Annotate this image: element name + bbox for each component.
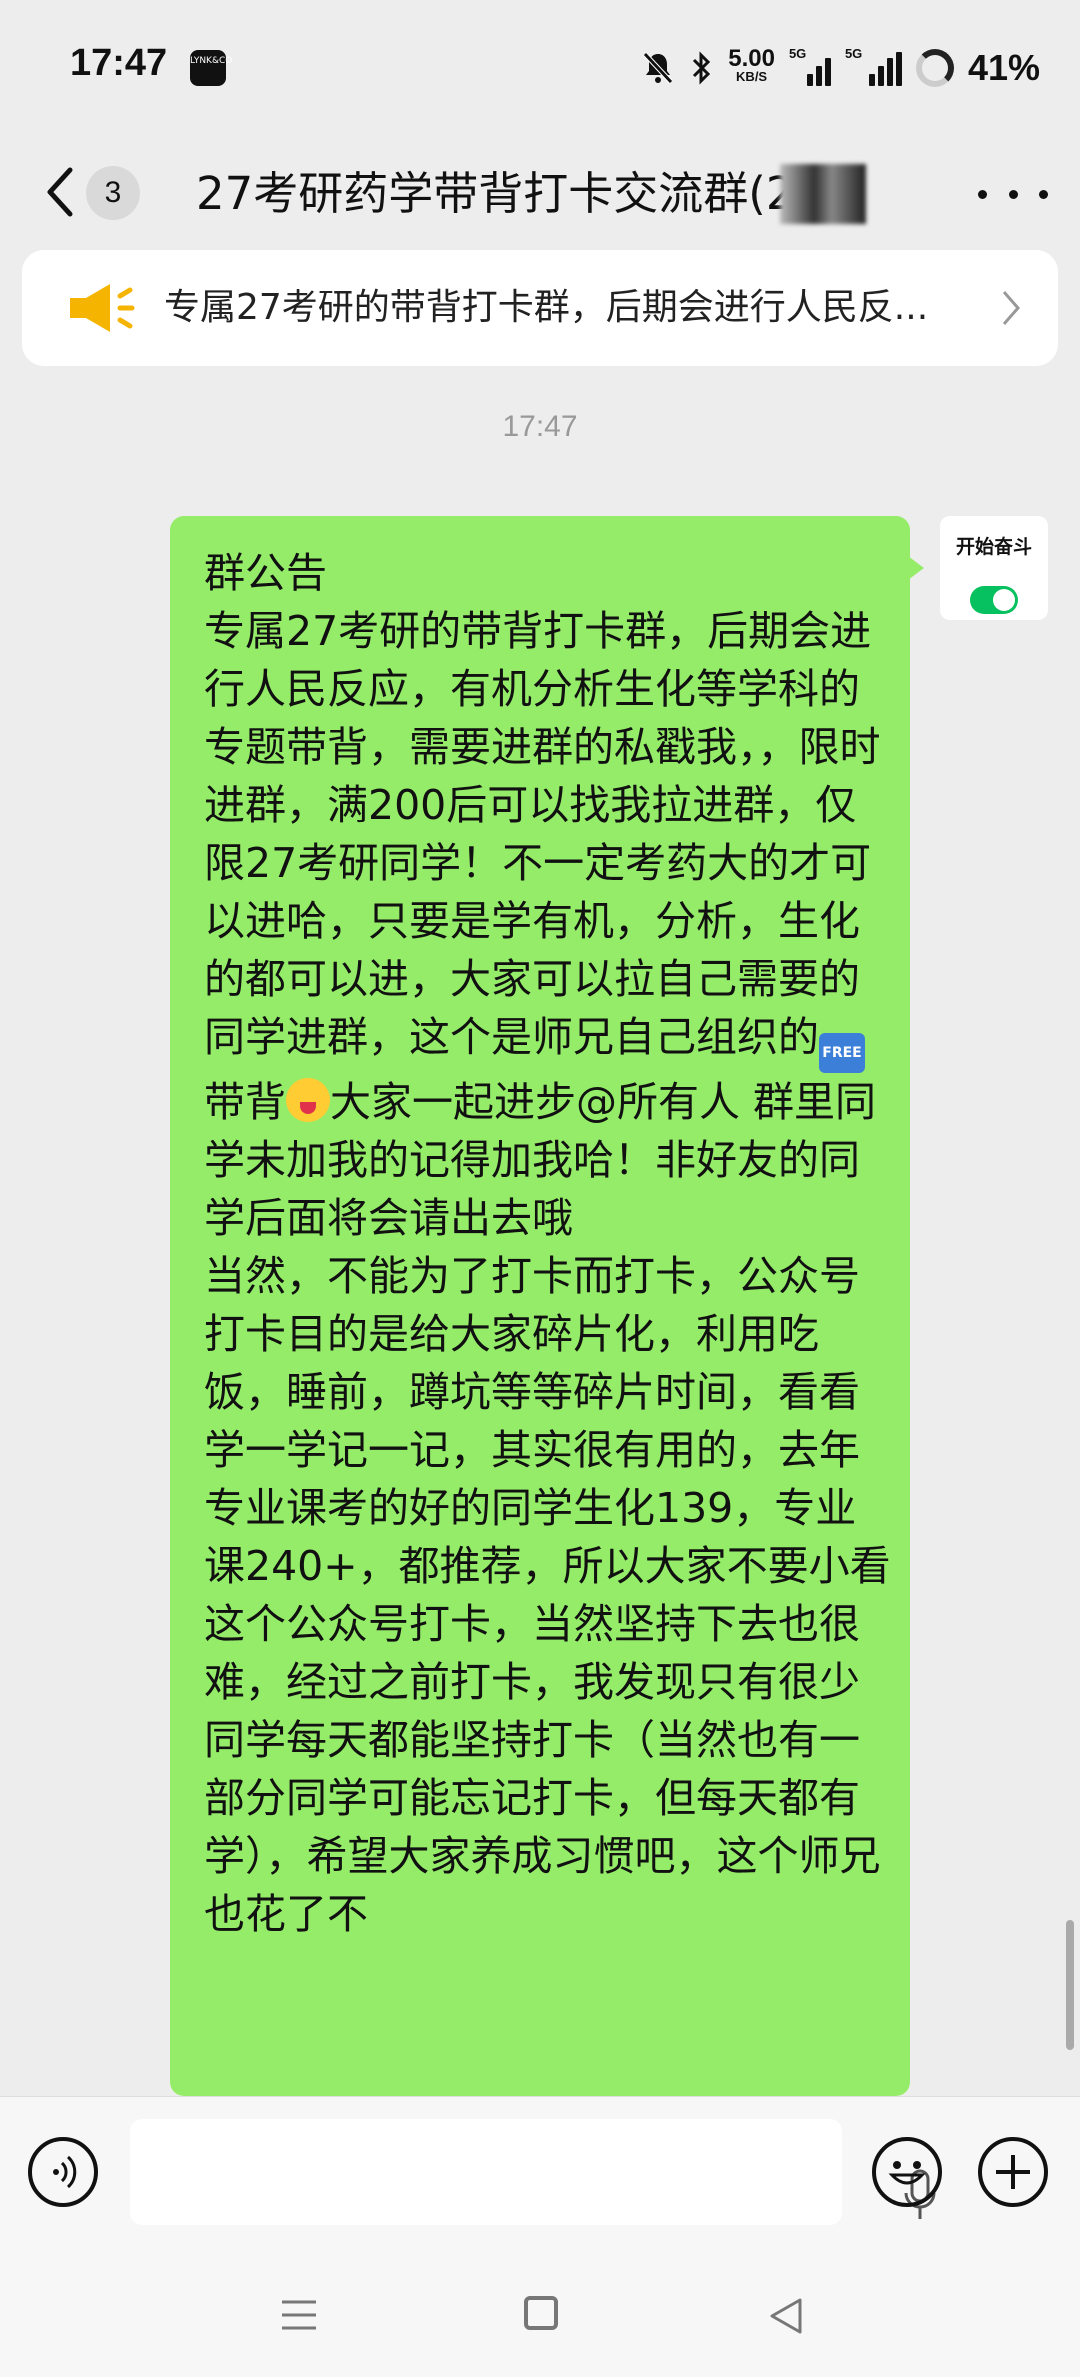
status-bar: 17:47 LYNK&CO 5.00 KB/S 5G 5G 41% (0, 0, 1080, 140)
more-options-button[interactable] (978, 174, 1048, 214)
signal-icon: 5G (789, 46, 831, 86)
nav-back-icon[interactable] (766, 2296, 806, 2336)
back-arrow-icon[interactable] (40, 162, 80, 222)
message-text-part3: 大家一起进步@所有人 群里同学未加我的记得加我哈！非好友的同学后面将会请出去哦 … (204, 1078, 891, 1938)
plus-icon (996, 2155, 1030, 2189)
chat-title: 27考研药学带背打卡交流群(2 (196, 167, 795, 220)
notice-text: 专属27考研的带背打卡群，后期会进行人民反... (164, 287, 929, 328)
chat-header: 3 27考研药学带背打卡交流群(2 (0, 140, 1080, 248)
message-text-part2: 带背 (204, 1078, 286, 1126)
battery-icon (915, 49, 954, 87)
app-badge-icon: LYNK&CO (190, 50, 232, 86)
mute-icon (643, 52, 674, 84)
focus-widget[interactable]: 开始奋斗 (940, 516, 1048, 620)
message-bubble[interactable]: 群公告 专属27考研的带背打卡群，后期会进行人民反应，有机分析生化等学科的专题带… (170, 516, 910, 2096)
speaker-icon (70, 284, 135, 332)
dot-icon (1039, 189, 1048, 199)
dot-icon (1008, 189, 1018, 199)
chevron-right-icon (1002, 291, 1020, 325)
widget-toggle[interactable] (970, 586, 1018, 614)
group-notice-bar[interactable]: 专属27考研的带背打卡群，后期会进行人民反... (22, 250, 1058, 366)
free-emoji-icon: FREE (819, 1033, 865, 1073)
widget-label: 开始奋斗 (955, 536, 1032, 558)
battery-percent: 41% (967, 47, 1040, 88)
signal-icon-2: 5G (845, 46, 902, 86)
scrollbar[interactable] (1066, 1920, 1074, 2050)
input-bar (0, 2096, 1080, 2247)
voice-icon (53, 2155, 77, 2189)
dot-icon (978, 189, 987, 199)
face-emoji-icon (286, 1078, 330, 1122)
home-icon[interactable] (524, 2296, 558, 2330)
voice-input-button[interactable] (28, 2137, 98, 2207)
emoji-button[interactable] (872, 2137, 942, 2207)
bluetooth-icon (693, 51, 711, 85)
more-actions-button[interactable] (978, 2137, 1048, 2207)
menu-icon[interactable] (280, 2298, 318, 2332)
smile-icon (888, 2161, 926, 2185)
message-timestamp: 17:47 (502, 410, 578, 443)
message-text-part1: 群公告 专属27考研的带背打卡群，后期会进行人民反应，有机分析生化等学科的专题带… (204, 549, 881, 1061)
network-speed: 5.00 KB/S (728, 45, 775, 85)
system-nav-bar (0, 2246, 1080, 2377)
message-input[interactable] (130, 2119, 936, 2225)
redacted-member-count (780, 164, 866, 224)
unread-count-badge[interactable]: 3 (86, 166, 140, 220)
bubble-tail (908, 556, 924, 580)
status-time: 17:47 (70, 42, 168, 84)
message-text: 群公告 专属27考研的带背打卡群，后期会进行人民反应，有机分析生化等学科的专题带… (204, 544, 894, 1943)
